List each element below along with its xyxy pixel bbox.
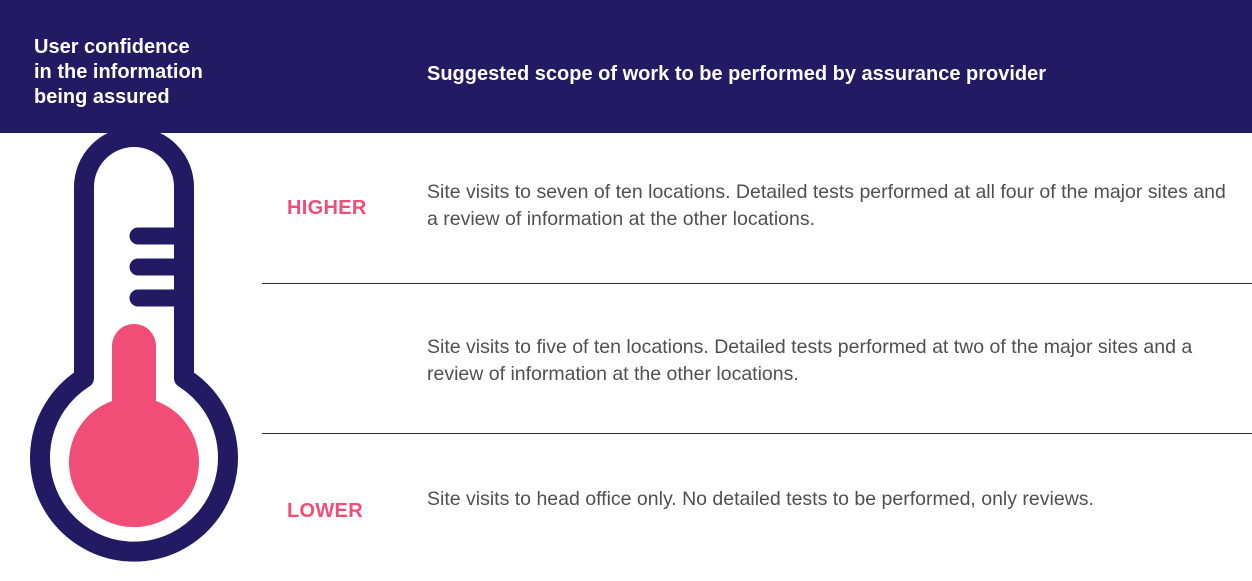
scope-description-higher: Site visits to seven of ten locations. D…: [427, 181, 1226, 230]
thermometer-icon: [30, 133, 238, 562]
row-divider: [262, 283, 1252, 284]
level-label-lower: LOWER: [287, 500, 363, 522]
table-header: User confidence in the information being…: [0, 0, 1252, 133]
scope-description-lower: Site visits to head office only. No deta…: [427, 488, 1094, 510]
confidence-column-header: User confidence in the information being…: [34, 36, 203, 108]
level-label-higher: HIGHER: [287, 197, 367, 219]
scope-description-middle: Site visits to five of ten locations. De…: [427, 336, 1193, 385]
scope-column-header: Suggested scope of work to be performed …: [427, 63, 1047, 85]
row-divider: [262, 433, 1252, 434]
